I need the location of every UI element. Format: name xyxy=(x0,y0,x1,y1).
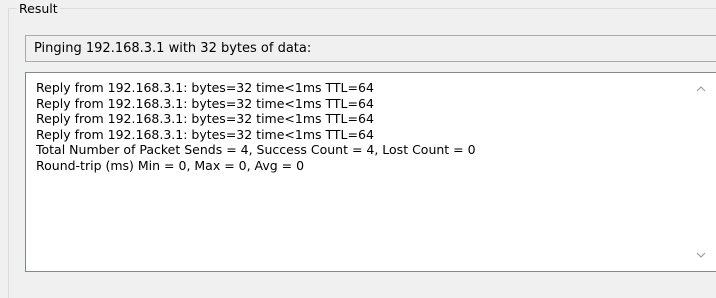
chevron-down-icon xyxy=(696,252,706,258)
output-line: Round-trip (ms) Min = 0, Max = 0, Avg = … xyxy=(36,157,305,173)
output-line: Reply from 192.168.3.1: bytes=32 time<1m… xyxy=(36,80,374,95)
output-line: Reply from 192.168.3.1: bytes=32 time<1m… xyxy=(36,111,374,127)
result-output-textarea[interactable]: Reply from 192.168.3.1: bytes=32 time<1m… xyxy=(25,72,716,272)
scroll-down-button[interactable] xyxy=(694,249,708,261)
output-line: Reply from 192.168.3.1: bytes=32 time<1m… xyxy=(36,126,374,142)
result-output-lines: Reply from 192.168.3.1: bytes=32 time<1m… xyxy=(36,80,686,174)
chevron-up-icon xyxy=(696,86,706,92)
result-group-title: Result xyxy=(17,1,60,16)
scroll-up-button[interactable] xyxy=(694,83,708,95)
output-line: Reply from 192.168.3.1: bytes=32 time<1m… xyxy=(36,95,374,111)
ping-summary-field: Pinging 192.168.3.1 with 32 bytes of dat… xyxy=(25,35,716,62)
output-line: Total Number of Packet Sends = 4, Succes… xyxy=(36,142,476,158)
